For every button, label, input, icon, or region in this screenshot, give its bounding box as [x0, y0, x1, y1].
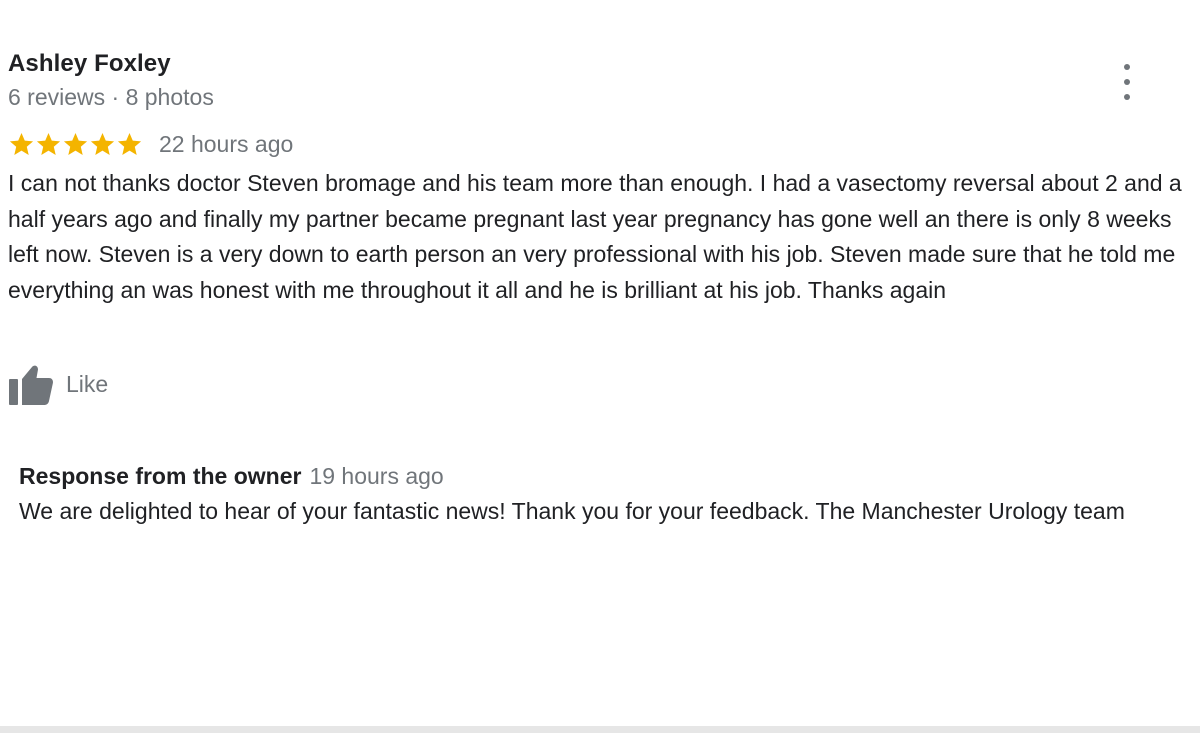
star-icon [36, 132, 61, 155]
more-vert-icon [1124, 64, 1130, 70]
owner-response: Response from the owner 19 hours ago We a… [19, 460, 1194, 529]
star-icon [90, 132, 115, 155]
owner-response-title: Response from the owner [19, 463, 302, 489]
more-vert-icon-dot [1124, 79, 1130, 85]
owner-response-header: Response from the owner 19 hours ago [19, 460, 1194, 492]
review-text: I can not thanks doctor Steven bromage a… [8, 170, 1182, 303]
owner-response-date: 19 hours ago [309, 463, 444, 489]
like-label: Like [66, 370, 109, 397]
more-vert-icon-dot [1124, 94, 1130, 100]
bottom-divider [0, 726, 1200, 733]
star-icon [63, 132, 88, 155]
reviewer-meta: 6 reviews · 8 photos [8, 84, 214, 110]
star-icon [117, 132, 142, 155]
star-rating [8, 131, 143, 158]
more-options-button[interactable] [1112, 64, 1142, 100]
reviewer-name[interactable]: Ashley Foxley [8, 50, 171, 78]
like-button[interactable]: Like [8, 362, 108, 406]
review-card: Ashley Foxley 6 reviews · 8 photos 22 ho… [0, 0, 1200, 733]
owner-response-text: We are delighted to hear of your fantast… [19, 498, 1125, 524]
rating-row: 22 hours ago [8, 128, 293, 160]
review-date: 22 hours ago [159, 130, 294, 157]
star-icon [9, 132, 34, 155]
thumb-up-icon [8, 362, 54, 406]
